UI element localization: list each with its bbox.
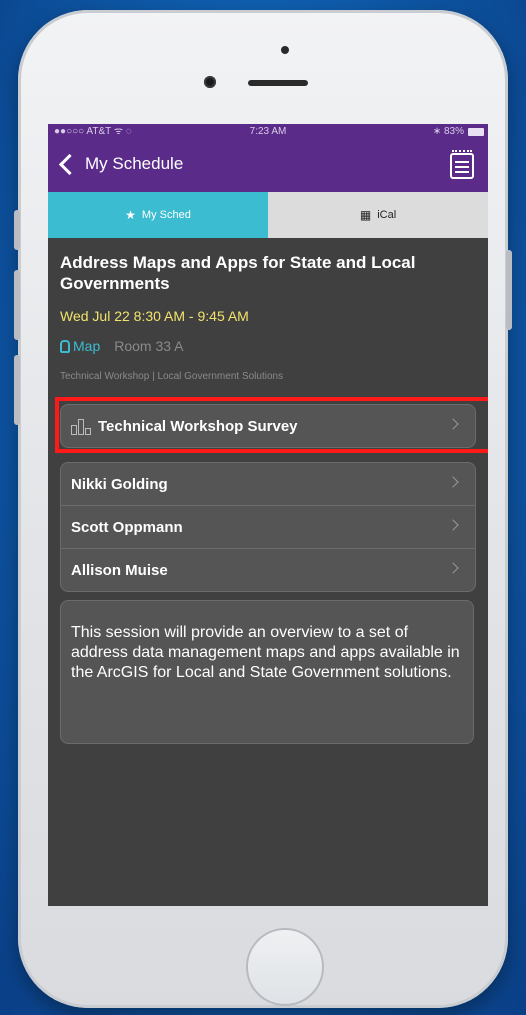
status-time: 7:23 AM [249, 126, 287, 137]
battery-percent: ∗ 83% [432, 126, 464, 137]
silent-switch [14, 210, 20, 250]
speaker-row[interactable]: Scott Oppmann [61, 505, 475, 548]
proximity-sensor [281, 46, 289, 54]
tab-my-sched[interactable]: ★ My Sched [48, 192, 268, 238]
status-bar: ●●○○○ AT&T ᯤ ◌ 7:23 AM ∗ 83% [48, 124, 488, 140]
speaker-row[interactable]: Nikki Golding [61, 463, 475, 505]
speaker-name: Nikki Golding [71, 475, 168, 493]
back-label: My Schedule [85, 154, 184, 173]
tab-label: My Sched [141, 209, 191, 221]
back-button[interactable]: My Schedule [58, 153, 184, 175]
volume-up-button [14, 270, 20, 340]
volume-down-button [14, 355, 20, 425]
tab-ical[interactable]: ▦ iCal [268, 192, 488, 238]
speaker-name: Scott Oppmann [71, 518, 183, 536]
session-title: Address Maps and Apps for State and Loca… [60, 253, 416, 293]
map-link-label: Map [73, 338, 101, 354]
highlight-box [55, 397, 488, 453]
power-button [506, 250, 512, 330]
navigation-bar: My Schedule [48, 140, 488, 192]
chevron-left-icon [58, 153, 81, 175]
calendar-notes-icon[interactable] [450, 150, 474, 179]
calendar-icon: ▦ [359, 208, 372, 222]
session-time: Wed Jul 22 8:30 AM - 9:45 AM [60, 308, 249, 324]
speaker-name: Allison Muise [71, 561, 168, 579]
segmented-control: ★ My Sched ▦ iCal [48, 192, 488, 238]
tab-label: iCal [377, 209, 397, 221]
map-pin-icon [60, 339, 70, 353]
chevron-right-icon [447, 562, 459, 574]
location-line: Map Room 33 A [60, 338, 184, 354]
speaker-row[interactable]: Allison Muise [61, 548, 475, 591]
app-screen: ●●○○○ AT&T ᯤ ◌ 7:23 AM ∗ 83% My Schedule… [48, 124, 488, 906]
battery-icon [468, 128, 484, 136]
home-button[interactable] [246, 928, 324, 1006]
survey-card: Technical Workshop Survey [55, 397, 488, 453]
chevron-right-icon [447, 519, 459, 531]
star-icon: ★ [125, 208, 136, 222]
chevron-right-icon [447, 476, 459, 488]
earpiece-speaker [248, 80, 308, 86]
session-description: This session will provide an overview to… [60, 600, 474, 744]
map-link[interactable]: Map [60, 338, 100, 354]
room-label: Room 33 A [114, 338, 184, 354]
session-track: Technical Workshop | Local Government So… [60, 371, 284, 382]
speakers-card: Nikki Golding Scott Oppmann Allison Muis… [60, 462, 476, 592]
front-camera [204, 76, 216, 88]
